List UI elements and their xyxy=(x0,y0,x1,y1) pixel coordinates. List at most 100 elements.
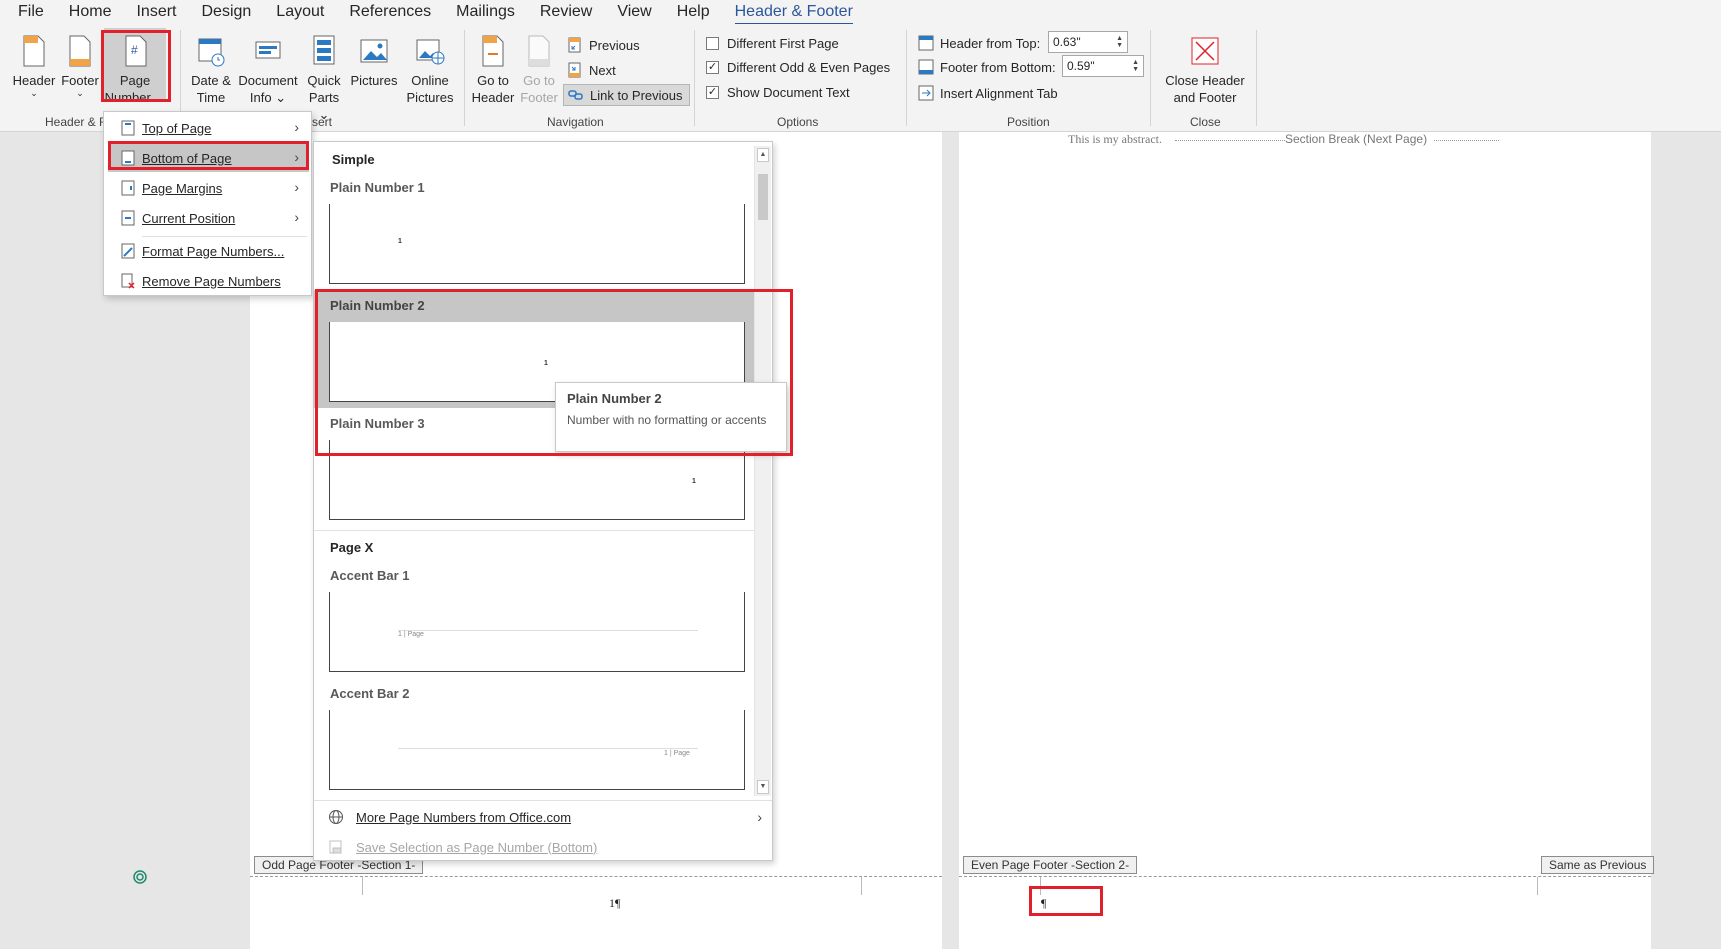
page-number-label-1: Page xyxy=(119,73,151,88)
footer-pilcrow[interactable]: ¶ xyxy=(1041,896,1046,911)
tab-view[interactable]: View xyxy=(617,3,651,21)
thumb-number: 1 xyxy=(398,238,402,245)
previous-label: Previous xyxy=(589,37,640,53)
tab-insert[interactable]: Insert xyxy=(136,3,176,21)
margin-mark xyxy=(1537,877,1538,895)
insert-alignment-tab-button[interactable]: Insert Alignment Tab xyxy=(918,82,1058,104)
group-label-navigation: Navigation xyxy=(547,115,604,129)
page-margins-icon xyxy=(121,180,135,196)
separator xyxy=(1150,30,1151,126)
quick-parts-label-text: Parts xyxy=(308,90,340,105)
next-icon xyxy=(567,62,583,78)
header-button[interactable]: Header ⌄ xyxy=(10,24,58,98)
spinner-arrows-icon[interactable]: ▲ ▼ xyxy=(1132,59,1139,73)
different-first-page-checkbox[interactable]: Different First Page xyxy=(706,32,839,54)
tooltip-title: Plain Number 2 xyxy=(567,391,662,406)
header-icon xyxy=(19,34,49,68)
remove-page-numbers-icon xyxy=(121,273,135,289)
tab-references[interactable]: References xyxy=(349,3,431,21)
more-page-numbers-item[interactable]: More Page Numbers from Office.com › xyxy=(314,804,772,830)
section-break-line xyxy=(1175,140,1285,141)
separator xyxy=(906,30,907,126)
tab-file[interactable]: File xyxy=(18,3,44,21)
fingerprint-icon[interactable] xyxy=(132,869,148,885)
gallery-scrollbar[interactable]: ▲ ▼ xyxy=(754,146,771,796)
footer-page-number[interactable]: 1¶ xyxy=(609,896,620,911)
even-page-footer-tag: Even Page Footer -Section 2- xyxy=(963,856,1138,874)
date-time-button[interactable]: Date & Time xyxy=(186,24,236,106)
scroll-up-icon[interactable]: ▲ xyxy=(757,148,769,162)
different-odd-even-checkbox[interactable]: ✓ Different Odd & Even Pages xyxy=(706,56,890,78)
tab-header-footer[interactable]: Header & Footer xyxy=(734,3,853,26)
tab-help[interactable]: Help xyxy=(677,3,710,21)
checkmark-icon: ✓ xyxy=(706,85,719,99)
link-to-previous-button[interactable]: Link to Previous xyxy=(563,84,690,106)
svg-text:#: # xyxy=(131,43,138,57)
group-label-position: Position xyxy=(1007,115,1050,129)
menu-item-label: Remove Page Numbers xyxy=(142,273,281,289)
date-time-label-1: Date & xyxy=(191,73,231,88)
gallery-item-title: Plain Number 1 xyxy=(330,180,425,195)
format-page-numbers-icon xyxy=(121,243,135,259)
chevron-right-icon: › xyxy=(294,119,299,135)
tab-home[interactable]: Home xyxy=(69,3,112,21)
menu-item-current-position[interactable]: Current Position › xyxy=(108,204,309,232)
close-header-footer-button[interactable]: Close Header and Footer xyxy=(1158,24,1252,106)
link-icon xyxy=(568,87,584,103)
page-number-button[interactable]: # Page Number ⌄ xyxy=(104,28,166,105)
go-to-footer-button[interactable]: Go to Footer xyxy=(516,24,562,106)
chevron-right-icon: › xyxy=(294,149,299,165)
thumb-number: 1 xyxy=(692,478,696,485)
menu-item-bottom-of-page[interactable]: Bottom of Page › xyxy=(108,144,309,172)
next-button[interactable]: Next xyxy=(567,59,616,81)
document-info-label-text: Info xyxy=(249,90,272,105)
gallery-item-accent-bar-1[interactable]: 1 | Page xyxy=(329,592,745,672)
margin-mark xyxy=(861,877,862,895)
pictures-button[interactable]: Pictures xyxy=(348,24,400,89)
spinner-arrows-icon[interactable]: ▲ ▼ xyxy=(1116,35,1123,49)
header-from-top-input[interactable]: 0.63" ▲ ▼ xyxy=(1048,31,1128,53)
footer-from-bottom-input[interactable]: 0.59" ▲ ▼ xyxy=(1062,55,1144,77)
footer-position-icon xyxy=(918,59,934,75)
menu-item-remove-page-numbers[interactable]: Remove Page Numbers xyxy=(108,267,309,295)
globe-icon xyxy=(328,809,344,825)
header-from-top-label: Header from Top: xyxy=(918,32,1040,54)
page-number-label-text: Number xyxy=(104,90,151,105)
go-to-header-button[interactable]: Go to Header xyxy=(470,24,516,106)
tab-mailings[interactable]: Mailings xyxy=(456,3,515,21)
pictures-icon xyxy=(359,34,389,68)
header-label: Header xyxy=(12,73,56,88)
footer-from-bottom-label: Footer from Bottom: xyxy=(918,56,1056,78)
gallery-item-title: Accent Bar 2 xyxy=(330,686,410,701)
scroll-down-icon[interactable]: ▼ xyxy=(757,780,769,794)
previous-button[interactable]: Previous xyxy=(567,34,640,56)
gallery-section-page-x: Page X xyxy=(330,540,374,555)
calendar-icon xyxy=(196,34,226,68)
online-pictures-button[interactable]: Online Pictures xyxy=(402,24,458,106)
gallery-item-accent-bar-2[interactable]: 1 | Page xyxy=(329,710,745,790)
group-label-options: Options xyxy=(777,115,819,129)
menu-item-top-of-page[interactable]: Top of Page › xyxy=(108,114,309,142)
menu-item-format-page-numbers[interactable]: Format Page Numbers... xyxy=(108,237,309,265)
footer-button[interactable]: Footer ⌄ xyxy=(58,24,102,98)
quick-parts-button[interactable]: Quick Parts ⌄ xyxy=(302,24,346,123)
tab-design[interactable]: Design xyxy=(201,3,251,21)
go-to-header-icon xyxy=(478,34,508,68)
next-label: Next xyxy=(589,62,616,78)
checkmark-icon: ✓ xyxy=(706,60,719,74)
show-document-text-label: Show Document Text xyxy=(727,84,850,100)
tab-review[interactable]: Review xyxy=(540,3,592,21)
page-right[interactable]: This is my abstract. Section Break (Next… xyxy=(959,132,1651,949)
tab-layout[interactable]: Layout xyxy=(276,3,324,21)
document-info-button[interactable]: Document Info ⌄ xyxy=(236,24,300,106)
insert-alignment-tab-label: Insert Alignment Tab xyxy=(940,85,1058,101)
go-to-footer-icon xyxy=(524,34,554,68)
gallery-item-plain-number-3[interactable]: 1 xyxy=(329,440,745,520)
scrollbar-thumb[interactable] xyxy=(758,174,768,220)
save-selection-item[interactable]: Save Selection as Page Number (Bottom) xyxy=(314,834,772,860)
chevron-down-icon: ⌄ xyxy=(76,88,84,98)
different-odd-even-label: Different Odd & Even Pages xyxy=(727,59,891,75)
gallery-item-plain-number-1[interactable]: 1 xyxy=(329,204,745,284)
show-document-text-checkbox[interactable]: ✓ Show Document Text xyxy=(706,81,850,103)
menu-item-page-margins[interactable]: Page Margins › xyxy=(108,174,309,202)
